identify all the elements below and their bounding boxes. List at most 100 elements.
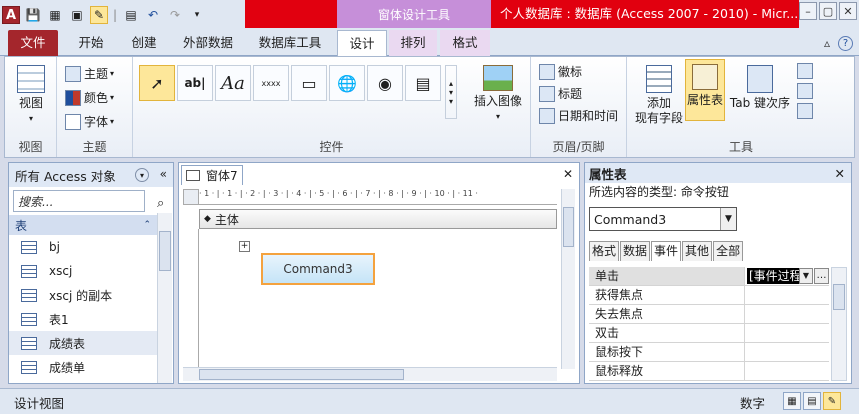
prop-value[interactable]: [事件过程] ▼ … <box>745 267 829 285</box>
ribbon-minimize-icon[interactable]: ▵ <box>824 36 830 51</box>
doc-vscroll-thumb[interactable] <box>563 207 574 247</box>
nav-item-bj[interactable]: bj <box>9 235 157 259</box>
prop-row-mouse-down[interactable]: 鼠标按下 <box>589 343 829 362</box>
customize-qat-icon[interactable]: ▾ <box>188 6 206 24</box>
subform-icon[interactable] <box>797 63 813 79</box>
web-browser-icon[interactable]: ◉ <box>367 65 403 101</box>
ptab-format[interactable]: 格式 <box>589 241 620 261</box>
minimize-icon[interactable]: – <box>799 2 817 20</box>
property-close-icon[interactable]: ✕ <box>835 166 845 181</box>
design-view-icon[interactable]: ✎ <box>823 392 841 410</box>
chevron-up-icon[interactable]: ⌃ <box>143 220 151 230</box>
doc-vertical-scrollbar[interactable] <box>561 189 575 369</box>
nav-group-tables[interactable]: 表 ⌃ <box>9 215 157 235</box>
group-themes: 主题 ▾ 颜色 ▾ 字体 ▾ 主题 <box>57 57 133 157</box>
datetime-button[interactable]: 日期和时间 <box>539 107 618 124</box>
tab-external-data[interactable]: 外部数据 <box>172 30 244 56</box>
tab-home[interactable]: 开始 <box>66 30 116 56</box>
layout-view-icon[interactable]: ▤ <box>803 392 821 410</box>
nav-scroll-thumb[interactable] <box>159 231 171 271</box>
nav-item-xscj-copy[interactable]: xscj 的副本 <box>9 283 157 307</box>
tab-format[interactable]: 格式 <box>440 30 490 56</box>
prop-value[interactable] <box>745 343 829 361</box>
tab-database-tools[interactable]: 数据库工具 <box>248 30 332 56</box>
redo-icon[interactable]: ↷ <box>166 6 184 24</box>
access-app-icon[interactable]: A <box>2 6 20 24</box>
nav-item-scores[interactable]: 成绩表 <box>9 331 157 355</box>
code-icon[interactable] <box>797 83 813 99</box>
design-canvas[interactable]: + Command3 <box>199 229 557 369</box>
textbox-control[interactable]: ab| <box>177 65 213 101</box>
chevron-down-icon[interactable]: ▼ <box>720 208 736 230</box>
nav-item-table1[interactable]: 表1 <box>9 307 157 331</box>
save-icon[interactable]: 💾 <box>24 6 42 24</box>
ptab-other[interactable]: 其他 <box>682 241 713 261</box>
prop-value-text[interactable]: [事件过程] <box>747 268 807 284</box>
chevron-down-icon[interactable]: ▼ <box>799 268 813 284</box>
tab-file[interactable]: 文件 <box>8 30 58 56</box>
table-view-icon[interactable]: ▦ <box>46 6 64 24</box>
form-view-icon[interactable]: ▦ <box>783 392 801 410</box>
print-icon[interactable]: ▤ <box>122 6 140 24</box>
nav-item-score-sheet[interactable]: 成绩单 <box>9 355 157 379</box>
navigation-control-icon[interactable]: ▤ <box>405 65 441 101</box>
nav-search-input[interactable]: 搜索... <box>13 190 145 212</box>
nav-item-xscj[interactable]: xscj <box>9 259 157 283</box>
tab-control-icon[interactable]: ▭ <box>291 65 327 101</box>
prop-row-dbl-click[interactable]: 双击 <box>589 324 829 343</box>
property-scrollbar[interactable] <box>831 267 847 381</box>
doc-horizontal-scrollbar[interactable] <box>183 367 557 381</box>
object-selector[interactable]: Command3 ▼ <box>589 207 737 231</box>
title-button[interactable]: 标题 <box>539 85 582 102</box>
button-control[interactable]: xxxx <box>253 65 289 101</box>
doc-close-icon[interactable]: ✕ <box>563 167 573 181</box>
tab-order-button[interactable]: Tab 键次序 <box>727 65 793 111</box>
form-view-icon[interactable]: ▣ <box>68 6 86 24</box>
restore-icon[interactable]: ▢ <box>819 2 837 20</box>
prop-row-mouse-up[interactable]: 鼠标释放 <box>589 362 829 381</box>
close-icon[interactable]: ✕ <box>839 2 857 20</box>
insert-image-button[interactable]: 插入图像 ▾ <box>469 65 527 124</box>
convert-macros-icon[interactable] <box>797 103 813 119</box>
builder-ellipsis-icon[interactable]: … <box>814 268 829 284</box>
prop-value[interactable] <box>745 362 829 380</box>
ptab-data[interactable]: 数据 <box>620 241 651 261</box>
detail-section-bar[interactable]: ◆ 主体 <box>199 209 557 229</box>
controls-more-icon[interactable]: ▴ ▾ ▾ <box>445 65 457 119</box>
prop-row-lost-focus[interactable]: 失去焦点 <box>589 305 829 324</box>
logo-button[interactable]: 徽标 <box>539 63 582 80</box>
tab-arrange[interactable]: 排列 <box>389 30 437 56</box>
nav-dropdown-icon[interactable]: ▾ <box>135 168 149 182</box>
property-sheet-button[interactable]: 属性表 <box>685 59 725 121</box>
design-view-icon[interactable]: ✎ <box>90 6 108 24</box>
prop-row-got-focus[interactable]: 获得焦点 <box>589 286 829 305</box>
property-scroll-thumb[interactable] <box>833 284 845 310</box>
tab-create[interactable]: 创建 <box>120 30 168 56</box>
ptab-event[interactable]: 事件 <box>651 241 682 261</box>
ptab-all[interactable]: 全部 <box>713 241 744 261</box>
doc-tab-form7[interactable]: 窗体7 <box>181 165 243 185</box>
theme-button[interactable]: 主题 ▾ <box>65 65 114 82</box>
view-button[interactable]: 视图 ▾ <box>13 65 49 126</box>
prop-value[interactable] <box>745 324 829 342</box>
prop-value[interactable] <box>745 286 829 304</box>
label-control[interactable]: Aa <box>215 65 251 101</box>
hyperlink-icon[interactable]: 🌐 <box>329 65 365 101</box>
fonts-button[interactable]: 字体 ▾ <box>65 113 114 130</box>
prop-row-click[interactable]: 单击 [事件过程] ▼ … <box>589 267 829 286</box>
search-icon[interactable]: ⌕ <box>157 196 164 211</box>
nav-header[interactable]: 所有 Access 对象 ▾ « <box>9 163 173 187</box>
prop-value[interactable] <box>745 305 829 323</box>
doc-hscroll-thumb[interactable] <box>199 369 404 380</box>
add-existing-fields-button[interactable]: 添加 现有字段 <box>633 65 685 126</box>
ruler-corner[interactable] <box>183 189 199 205</box>
colors-button[interactable]: 颜色 ▾ <box>65 89 114 106</box>
help-icon[interactable]: ? <box>838 36 853 51</box>
move-handle-icon[interactable]: + <box>239 241 250 252</box>
nav-scrollbar[interactable] <box>157 213 172 383</box>
command3-button[interactable]: Command3 <box>261 253 375 285</box>
nav-collapse-icon[interactable]: « <box>160 167 167 181</box>
undo-icon[interactable]: ↶ <box>144 6 162 24</box>
select-pointer-icon[interactable]: ➚ <box>139 65 175 101</box>
tab-design[interactable]: 设计 <box>337 30 387 57</box>
